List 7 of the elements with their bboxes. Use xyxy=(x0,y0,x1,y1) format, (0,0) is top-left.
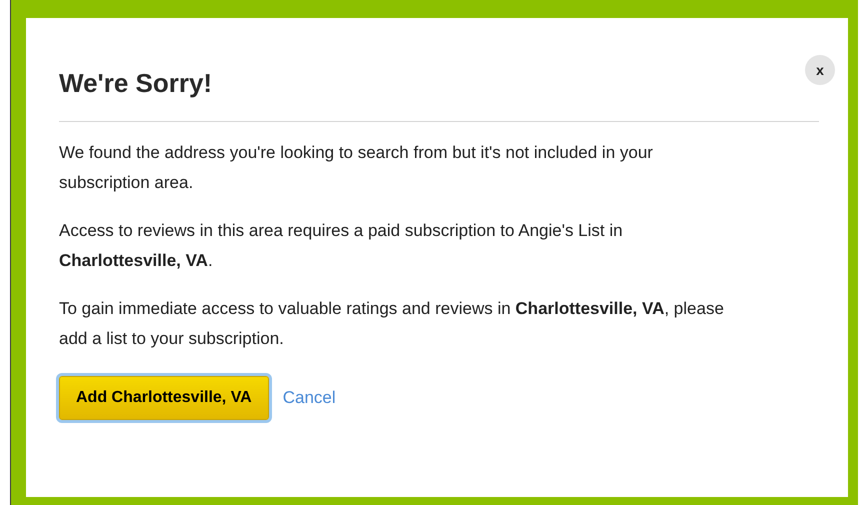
close-button[interactable]: x xyxy=(805,55,835,85)
add-subscription-button[interactable]: Add Charlottesville, VA xyxy=(59,376,269,420)
message-paragraph: We found the address you're looking to search from but it's not included in your subscription area. xyxy=(59,142,654,194)
message-paragraph: Access to reviews in this area requires a paid subscription to Angie's List in Charlottesville, VA. xyxy=(59,220,624,272)
cancel-link[interactable]: Cancel xyxy=(282,385,336,411)
message-paragraph: To gain immediate access to valuable ratings and reviews in Charlottesville, VA, please add a list to your subscription. xyxy=(59,298,725,350)
dialog-title: We're Sorry! xyxy=(59,67,212,100)
